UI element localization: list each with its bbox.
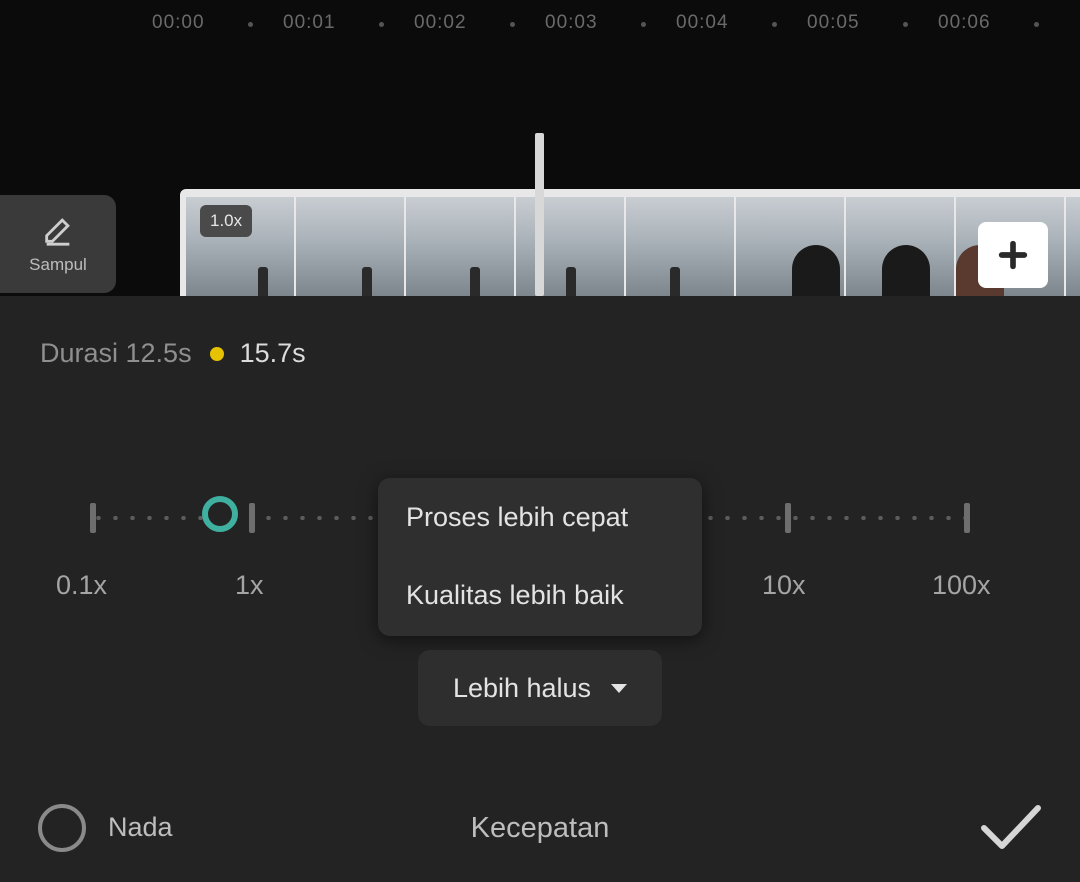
ruler-tick-label: 00:02 bbox=[414, 12, 467, 33]
ruler-tick-label: 00:04 bbox=[676, 12, 729, 33]
clip-speed-badge: 1.0x bbox=[200, 205, 253, 237]
plus-icon bbox=[998, 240, 1028, 270]
add-clip-button[interactable] bbox=[978, 222, 1048, 288]
duration-info: Durasi 12.5s 15.7s bbox=[40, 338, 306, 369]
arrow-icon bbox=[209, 346, 224, 361]
ruler-tick-label: 00:05 bbox=[807, 12, 860, 33]
ruler-dot bbox=[772, 22, 777, 27]
processing-mode-menu: Proses lebih cepat Kualitas lebih baik bbox=[378, 478, 702, 636]
timeline-area: 00:00 00:01 00:02 00:03 00:04 00:05 00:0… bbox=[0, 0, 1080, 296]
scale-label-min: 0.1x bbox=[56, 570, 108, 600]
slider-major-tick bbox=[964, 503, 970, 533]
clip-frame bbox=[736, 197, 844, 296]
ruler-tick-label: 00:00 bbox=[152, 12, 205, 33]
scale-label-max: 100x bbox=[932, 570, 991, 600]
smoothness-dropdown[interactable]: Lebih halus bbox=[418, 650, 662, 726]
ruler-dot bbox=[903, 22, 908, 27]
video-clip[interactable]: 1.0x bbox=[180, 189, 1080, 296]
check-icon[interactable] bbox=[978, 800, 1044, 854]
duration-new: 15.7s bbox=[239, 338, 306, 368]
slider-major-tick bbox=[785, 503, 791, 533]
playhead[interactable] bbox=[535, 133, 544, 296]
screen-title: Kecepatan bbox=[470, 812, 610, 844]
ruler-tick-label: 00:01 bbox=[283, 12, 336, 33]
cover-label: Sampul bbox=[29, 255, 87, 274]
slider-major-tick bbox=[90, 503, 96, 533]
duration-original: Durasi 12.5s bbox=[40, 338, 192, 368]
clip-frame bbox=[1066, 197, 1080, 296]
ruler-tick-label: 00:06 bbox=[938, 12, 991, 33]
cover-button[interactable]: Sampul bbox=[0, 195, 116, 293]
menu-item-faster[interactable]: Proses lebih cepat bbox=[406, 502, 628, 533]
scale-label-1x: 1x bbox=[235, 570, 264, 600]
clip-frames bbox=[186, 197, 1080, 296]
ruler-dot bbox=[248, 22, 253, 27]
clip-frame bbox=[516, 197, 624, 296]
clip-frame bbox=[626, 197, 734, 296]
clip-frame bbox=[296, 197, 404, 296]
clip-frame bbox=[406, 197, 514, 296]
ruler-dot bbox=[641, 22, 646, 27]
smoothness-value: Lebih halus bbox=[452, 672, 592, 703]
speed-slider-knob[interactable] bbox=[202, 496, 239, 532]
ruler-dot bbox=[379, 22, 384, 27]
clip-frame bbox=[846, 197, 954, 296]
ruler-tick-label: 00:03 bbox=[545, 12, 598, 33]
edit-pencil-icon bbox=[45, 218, 70, 246]
menu-item-quality[interactable]: Kualitas lebih baik bbox=[406, 580, 624, 611]
scale-label-10x: 10x bbox=[762, 570, 806, 600]
chevron-down-icon bbox=[611, 683, 628, 693]
ruler-dot bbox=[510, 22, 515, 27]
slider-major-tick bbox=[249, 503, 255, 533]
time-ruler: 00:00 00:01 00:02 00:03 00:04 00:05 00:0… bbox=[0, 0, 1080, 50]
ruler-dot bbox=[1034, 22, 1039, 27]
